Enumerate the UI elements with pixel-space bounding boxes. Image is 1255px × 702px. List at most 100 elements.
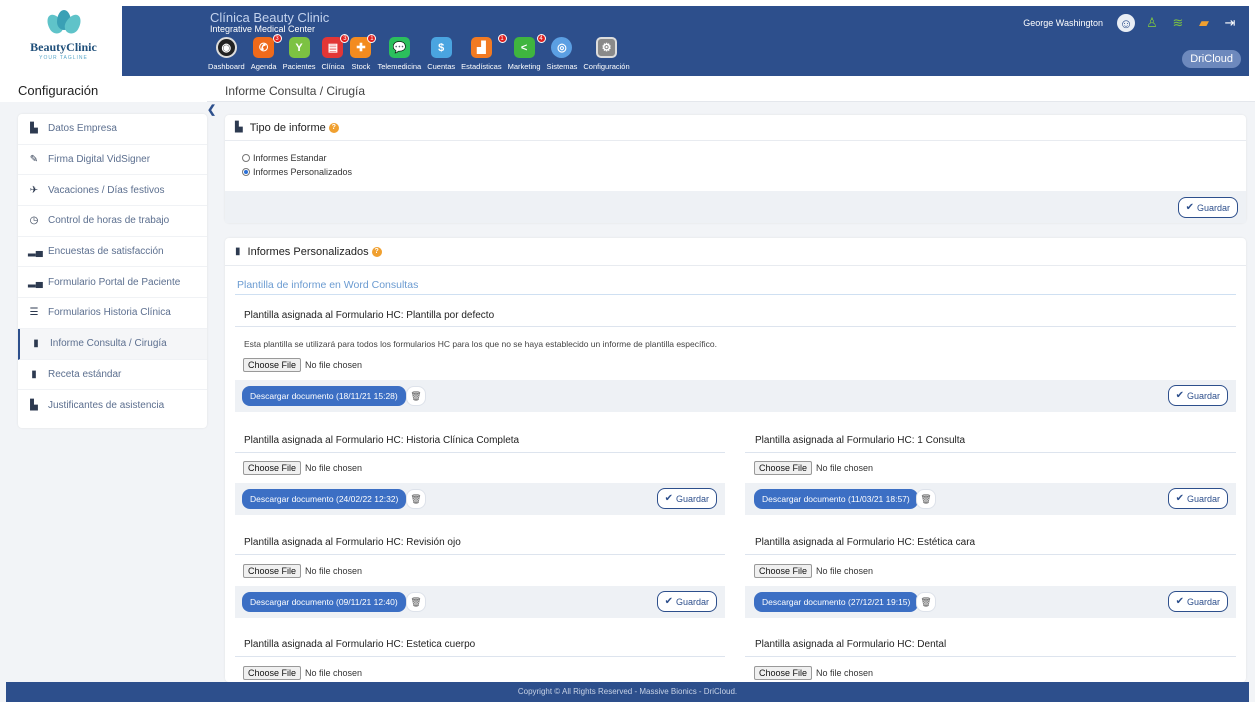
module-clinica[interactable]: ▤ 3 Clínica (322, 34, 350, 71)
file-status: No file chosen (305, 566, 363, 576)
divider (745, 656, 1236, 657)
module-label: Sistemas (546, 62, 578, 71)
module-telemedicina[interactable]: 💬 Telemedicina (377, 37, 421, 71)
informes-personalizados-panel: ▮ Informes Personalizados ? Plantilla de… (225, 238, 1246, 682)
sidebar-item-datos-empresa[interactable]: ▙ Datos Empresa (18, 114, 207, 145)
trash-icon[interactable]: 🗑 (916, 489, 936, 509)
sidebar-item-receta[interactable]: ▮ Receta estándar (18, 360, 207, 391)
module-sistemas[interactable]: ◎ Sistemas (546, 37, 578, 71)
user-name[interactable]: George Washington (1023, 18, 1103, 28)
module-marketing[interactable]: < 4 Marketing (508, 34, 546, 71)
save-button[interactable]: ✔ Guardar (656, 488, 717, 509)
user-status-icon[interactable]: ♙ (1143, 14, 1161, 32)
module-list: ◉ Dashboard ✆ 3 Agenda Y Pacientes ▤ 3 C… (208, 34, 636, 71)
radio-button[interactable] (242, 154, 250, 162)
choose-file-button[interactable]: Choose File (243, 461, 302, 475)
tipo-informe-panel: ▙ Tipo de informe ? Informes Estandar In… (225, 115, 1246, 223)
save-button[interactable]: ✔ Guardar (1167, 385, 1228, 406)
download-document-button[interactable]: Descargar documento (18/11/21 15:28) (242, 386, 406, 406)
help-icon[interactable]: ? (328, 122, 339, 133)
help-icon[interactable]: ? (371, 246, 382, 257)
check-icon: ✔ (1175, 493, 1184, 504)
chat-icon: 💬 (388, 37, 410, 58)
trash-icon[interactable]: 🗑 (406, 592, 426, 612)
gear-circle-icon: ◎ (551, 37, 573, 58)
file-input[interactable]: Choose File No file chosen (243, 358, 362, 372)
module-pacientes[interactable]: Y Pacientes (283, 37, 316, 71)
notification-badge: 3 (272, 34, 282, 43)
panel-header: ▙ Tipo de informe ? (225, 115, 1246, 141)
file-input[interactable]: Choose File No file chosen (754, 564, 873, 578)
chart-icon: ▂▄ (28, 246, 43, 258)
sidebar-item-label: Justificantes de asistencia (48, 400, 165, 412)
clinic-name[interactable]: Clínica Beauty Clinic (210, 10, 329, 25)
sidebar-item-control-horas[interactable]: ◷ Control de horas de trabajo (18, 206, 207, 237)
file-input[interactable]: Choose File No file chosen (243, 461, 362, 475)
trash-icon[interactable]: 🗑 (916, 592, 936, 612)
lotus-logo-icon (43, 10, 84, 38)
trash-icon[interactable]: 🗑 (406, 489, 426, 509)
center-name: Integrative Medical Center (210, 24, 316, 34)
collapse-sidebar-icon[interactable]: ❮ (207, 103, 216, 116)
download-document-button[interactable]: Descargar documento (24/02/22 12:32) (242, 489, 407, 509)
top-header: BeautyClinic YOUR TAGLINE Clínica Beauty… (0, 0, 1255, 80)
button-label: Guardar (1186, 390, 1220, 401)
module-cuentas[interactable]: $ Cuentas (427, 37, 455, 71)
file-input[interactable]: Choose File No file chosen (243, 564, 362, 578)
template-title: Plantilla asignada al Formulario HC: Pla… (244, 310, 495, 321)
choose-file-button[interactable]: Choose File (754, 666, 813, 680)
choose-file-button[interactable]: Choose File (243, 666, 302, 680)
trash-icon[interactable]: 🗑 (406, 386, 426, 406)
template-action-bar: Descargar documento (11/03/21 18:57) 🗑 ✔… (745, 483, 1236, 515)
choose-file-button[interactable]: Choose File (754, 564, 813, 578)
module-stock[interactable]: ✚ 1 Stock (350, 34, 377, 71)
sidebar-item-informe-consulta[interactable]: ▮ Informe Consulta / Cirugía (18, 328, 207, 360)
file-status: No file chosen (816, 668, 874, 678)
download-document-button[interactable]: Descargar documento (11/03/21 18:57) (754, 489, 918, 509)
app-logo[interactable]: BeautyClinic YOUR TAGLINE (6, 6, 121, 76)
module-dashboard[interactable]: ◉ Dashboard (208, 37, 245, 71)
gauge-icon: ◉ (215, 37, 237, 58)
sidebar-item-vacaciones[interactable]: ✈ Vacaciones / Días festivos (18, 175, 207, 207)
page-footer: Copyright © All Rights Reserved - Massiv… (6, 682, 1249, 702)
download-document-button[interactable]: Descargar documento (09/11/21 12:40) (242, 592, 406, 612)
plane-icon: ✈ (29, 184, 39, 196)
choose-file-button[interactable]: Choose File (243, 564, 302, 578)
sidebar-item-label: Receta estándar (48, 368, 122, 380)
module-configuracion[interactable]: ⚙ Configuración (583, 37, 630, 71)
radio-informes-estandar[interactable]: Informes Estandar (242, 151, 1246, 165)
sidebar-item-firma-digital[interactable]: ✎ Firma Digital VidSigner (18, 145, 207, 176)
save-button[interactable]: ✔ Guardar (656, 591, 717, 612)
download-document-button[interactable]: Descargar documento (27/12/21 19:15) (754, 592, 919, 612)
save-button[interactable]: ✔ Guardar (1167, 488, 1228, 509)
avatar[interactable]: ☺ (1117, 14, 1135, 32)
save-button[interactable]: ✔ Guardar (1177, 197, 1238, 218)
divider (235, 656, 725, 657)
sidebar-item-formularios-hc[interactable]: ☰ Formularios Historia Clínica (18, 298, 207, 329)
document-icon: ▙ (235, 122, 243, 133)
section-subtitle: Plantilla de informe en Word Consultas (237, 279, 419, 291)
notification-badge: 4 (536, 34, 546, 43)
choose-file-button[interactable]: Choose File (243, 358, 302, 372)
button-label: Guardar (1186, 493, 1220, 504)
save-button[interactable]: ✔ Guardar (1167, 591, 1228, 612)
template-title: Plantilla asignada al Formulario HC: Den… (755, 639, 947, 650)
file-status: No file chosen (305, 668, 363, 678)
file-input[interactable]: Choose File No file chosen (754, 461, 873, 475)
choose-file-button[interactable]: Choose File (754, 461, 813, 475)
module-estadisticas[interactable]: ▟ 1 Estadísticas (461, 34, 507, 71)
book-icon: ▮ (33, 338, 39, 350)
module-agenda[interactable]: ✆ 3 Agenda (251, 34, 282, 71)
sidebar-item-justificantes[interactable]: ▙ Justificantes de asistencia (18, 390, 207, 421)
sidebar-item-formulario-portal[interactable]: ▂▄ Formulario Portal de Paciente (18, 267, 207, 299)
chat-bubbles-icon[interactable]: ▰ (1195, 14, 1213, 32)
module-label: Cuentas (427, 62, 456, 71)
file-input[interactable]: Choose File No file chosen (754, 666, 873, 680)
sidebar-item-encuestas[interactable]: ▂▄ Encuestas de satisfacción (18, 237, 207, 268)
module-label: Stock (351, 62, 371, 71)
logout-icon[interactable]: ⇥ (1221, 14, 1239, 32)
file-input[interactable]: Choose File No file chosen (243, 666, 362, 680)
wifi-icon[interactable]: ≋ (1169, 14, 1187, 32)
radio-informes-personalizados[interactable]: Informes Personalizados (242, 165, 1246, 179)
radio-button-selected[interactable] (242, 168, 250, 176)
